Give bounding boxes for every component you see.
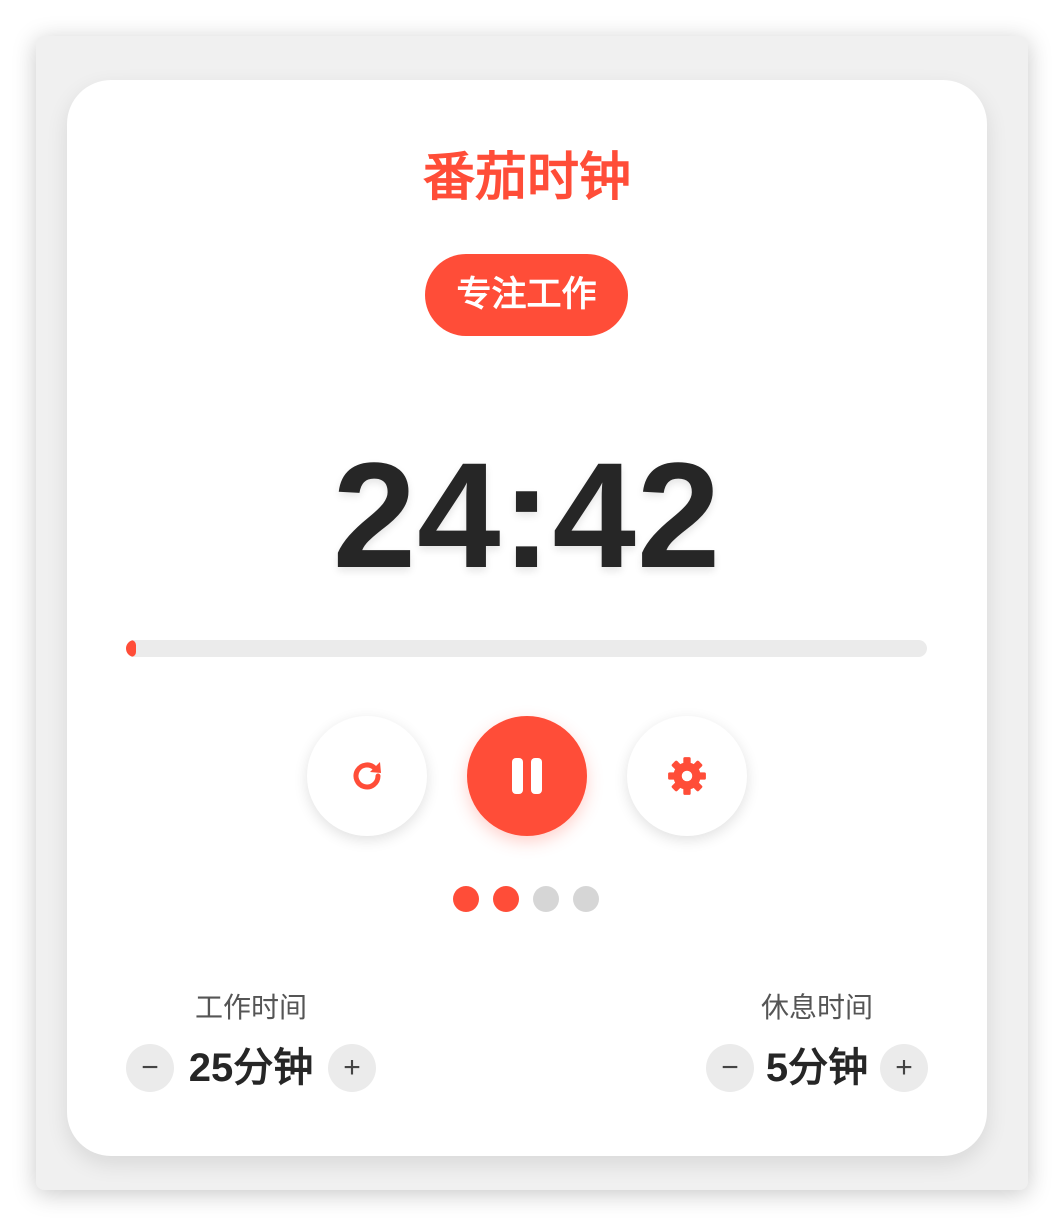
app-title: 番茄时钟 — [422, 149, 631, 207]
work-time-setting: 工作时间 − 25分钟 + — [126, 988, 376, 1092]
progress-bar — [126, 640, 927, 657]
rest-time-increment-button[interactable]: + — [880, 1044, 928, 1092]
session-dot — [493, 886, 519, 912]
settings-button[interactable] — [627, 716, 747, 836]
session-dot — [533, 886, 559, 912]
progress-fill — [126, 640, 136, 657]
reset-button[interactable] — [307, 716, 427, 836]
work-time-decrement-button[interactable]: − — [126, 1044, 174, 1092]
session-indicators — [453, 886, 599, 912]
work-time-increment-button[interactable]: + — [328, 1044, 376, 1092]
gear-icon — [666, 755, 708, 797]
rest-time-setting: 休息时间 − 5分钟 + — [706, 988, 928, 1092]
pomodoro-card: 番茄时钟 专注工作 24:42 工作时间 − 25分钟 + 休息时间 − 5分钟… — [67, 80, 987, 1156]
timer-display: 24:42 — [332, 431, 722, 599]
rest-time-value: 5分钟 — [765, 1046, 869, 1090]
rest-time-label: 休息时间 — [760, 992, 873, 1023]
work-time-label: 工作时间 — [194, 992, 307, 1023]
session-dot — [573, 886, 599, 912]
rest-time-stepper: − 5分钟 + — [706, 1044, 928, 1092]
pause-button[interactable] — [467, 716, 587, 836]
app-window: 番茄时钟 专注工作 24:42 工作时间 − 25分钟 + 休息时间 − 5分钟… — [36, 36, 1028, 1190]
rest-time-decrement-button[interactable]: − — [706, 1044, 754, 1092]
work-time-value: 25分钟 — [188, 1046, 314, 1090]
timer-controls — [307, 716, 747, 836]
pause-icon — [507, 756, 547, 796]
reset-icon — [347, 756, 387, 796]
mode-badge[interactable]: 专注工作 — [425, 254, 628, 336]
session-dot — [453, 886, 479, 912]
work-time-stepper: − 25分钟 + — [126, 1044, 376, 1092]
